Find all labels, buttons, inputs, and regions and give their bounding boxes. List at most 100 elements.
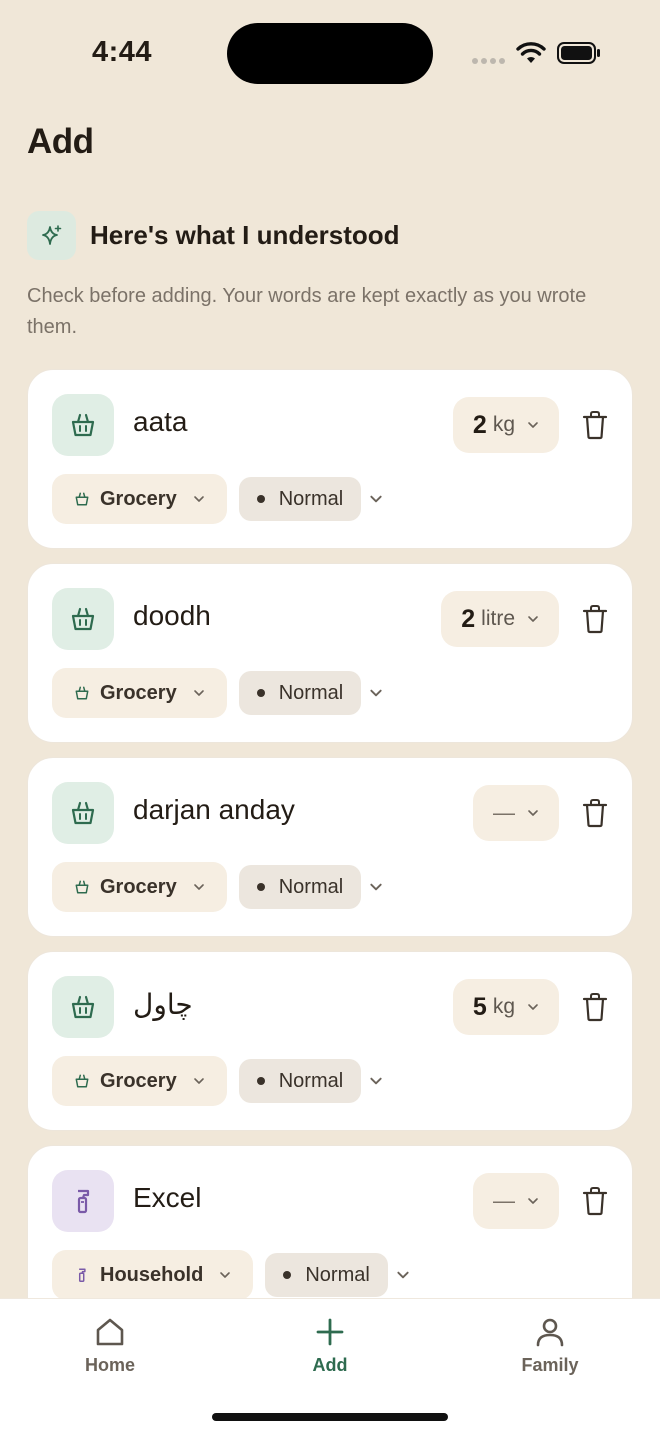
sparkle-icon bbox=[27, 211, 76, 260]
chevron-down-icon bbox=[528, 1004, 538, 1010]
priority-dot bbox=[256, 495, 265, 503]
quantity-picker[interactable]: — bbox=[473, 785, 559, 841]
delete-item-button[interactable] bbox=[582, 410, 608, 440]
basket-icon bbox=[75, 1074, 89, 1088]
category-picker[interactable]: Grocery bbox=[52, 474, 227, 524]
quantity-picker[interactable]: — bbox=[473, 1173, 559, 1229]
basket-icon bbox=[75, 686, 89, 700]
ai-summary-subtitle: Check before adding. Your words are kept… bbox=[27, 285, 587, 338]
category-label: Household bbox=[100, 1263, 204, 1286]
basket-icon bbox=[52, 394, 114, 456]
delete-item-button[interactable] bbox=[582, 604, 608, 634]
item-name[interactable]: Excel bbox=[133, 1182, 201, 1214]
category-label: Grocery bbox=[100, 875, 177, 898]
quantity-picker[interactable]: 5 kg bbox=[452, 979, 559, 1035]
chevron-down-icon bbox=[193, 690, 204, 696]
quantity-unit: kg bbox=[492, 413, 515, 436]
item-name[interactable]: aata bbox=[133, 406, 188, 438]
tab-add[interactable]: Add bbox=[250, 1315, 410, 1376]
chevron-down-icon[interactable] bbox=[369, 686, 383, 700]
basket-icon bbox=[52, 782, 114, 844]
quantity-placeholder: — bbox=[493, 1188, 515, 1213]
chevron-down-icon[interactable] bbox=[369, 880, 383, 894]
ai-summary-title: Here's what I understood bbox=[90, 220, 400, 250]
chevron-down-icon bbox=[528, 1198, 538, 1204]
category-label: Grocery bbox=[100, 487, 177, 510]
item-card: aata 2 kg Grocery Normal bbox=[27, 369, 633, 549]
quantity-value: 5 bbox=[472, 992, 487, 1021]
chevron-down-icon bbox=[528, 422, 538, 428]
cellular-signal-icon bbox=[472, 58, 505, 64]
priority-label: Normal bbox=[305, 1263, 370, 1286]
chevron-down-icon[interactable] bbox=[396, 1268, 410, 1282]
item-name[interactable]: چاول bbox=[133, 988, 193, 1021]
tab-family[interactable]: Family bbox=[470, 1315, 630, 1376]
priority-dot bbox=[256, 1077, 265, 1085]
home-icon bbox=[96, 1318, 124, 1346]
category-label: Grocery bbox=[100, 1069, 177, 1092]
tab-home-label: Home bbox=[84, 1355, 135, 1375]
home-indicator bbox=[212, 1413, 448, 1421]
chevron-down-icon bbox=[193, 884, 204, 890]
battery-icon bbox=[557, 42, 600, 64]
delete-item-button[interactable] bbox=[582, 1186, 608, 1216]
quantity-value: 2 bbox=[472, 410, 487, 439]
item-name[interactable]: darjan anday bbox=[133, 794, 295, 826]
tab-home[interactable]: Home bbox=[30, 1315, 190, 1376]
tab-add-label: Add bbox=[312, 1355, 348, 1375]
ai-summary-header: Here's what I understood bbox=[27, 211, 400, 260]
tab-family-label: Family bbox=[521, 1355, 579, 1375]
quantity-unit: litre bbox=[481, 607, 515, 630]
quantity-unit: kg bbox=[492, 995, 515, 1018]
chevron-down-icon bbox=[193, 1078, 204, 1084]
chevron-down-icon bbox=[528, 616, 538, 622]
item-card: darjan anday — Grocery Normal bbox=[27, 757, 633, 937]
priority-picker[interactable]: Normal bbox=[265, 1253, 388, 1297]
item-name[interactable]: doodh bbox=[133, 600, 211, 632]
priority-picker[interactable]: Normal bbox=[238, 1059, 362, 1103]
category-label: Grocery bbox=[100, 681, 177, 704]
delete-item-button[interactable] bbox=[582, 798, 608, 828]
item-card: چاول 5 kg Grocery Normal bbox=[27, 951, 633, 1131]
category-picker[interactable]: Grocery bbox=[52, 668, 227, 718]
basket-icon bbox=[75, 880, 89, 894]
priority-picker[interactable]: Normal bbox=[238, 477, 362, 521]
page-title: Add bbox=[27, 122, 94, 161]
spray-bottle-icon bbox=[52, 1170, 114, 1232]
chevron-down-icon[interactable] bbox=[369, 492, 383, 506]
priority-dot bbox=[283, 1271, 292, 1279]
status-bar: 4:44 bbox=[0, 0, 660, 100]
quantity-picker[interactable]: 2 kg bbox=[452, 397, 559, 453]
wifi-icon bbox=[516, 42, 546, 63]
basket-icon bbox=[75, 492, 89, 506]
quantity-picker[interactable]: 2 litre bbox=[441, 591, 559, 647]
person-icon bbox=[536, 1318, 564, 1347]
quantity-value: 2 bbox=[461, 604, 476, 633]
parsed-items-list: aata 2 kg Grocery Normal doodh 2 litre G… bbox=[27, 369, 633, 1339]
priority-dot bbox=[256, 883, 265, 891]
priority-picker[interactable]: Normal bbox=[238, 671, 362, 715]
category-picker[interactable]: Grocery bbox=[52, 862, 227, 912]
chevron-down-icon bbox=[220, 1272, 231, 1278]
basket-icon bbox=[52, 588, 114, 650]
priority-dot bbox=[256, 689, 265, 697]
priority-picker[interactable]: Normal bbox=[238, 865, 362, 909]
quantity-placeholder: — bbox=[493, 800, 515, 825]
item-card: doodh 2 litre Grocery Normal bbox=[27, 563, 633, 743]
priority-label: Normal bbox=[278, 1069, 344, 1092]
basket-icon bbox=[52, 976, 114, 1038]
delete-item-button[interactable] bbox=[582, 992, 608, 1022]
spray-bottle-icon bbox=[78, 1268, 86, 1283]
priority-label: Normal bbox=[278, 681, 344, 704]
priority-label: Normal bbox=[278, 487, 344, 510]
category-picker[interactable]: Household bbox=[52, 1250, 254, 1300]
chevron-down-icon bbox=[193, 496, 204, 502]
priority-label: Normal bbox=[278, 875, 344, 898]
status-time: 4:44 bbox=[92, 36, 153, 68]
add-screen: 4:44 Add Here's what I understood Check … bbox=[0, 0, 660, 1435]
category-picker[interactable]: Grocery bbox=[52, 1056, 227, 1106]
chevron-down-icon[interactable] bbox=[369, 1074, 383, 1088]
chevron-down-icon bbox=[528, 810, 538, 816]
dynamic-island bbox=[227, 23, 433, 84]
plus-icon bbox=[316, 1318, 344, 1346]
